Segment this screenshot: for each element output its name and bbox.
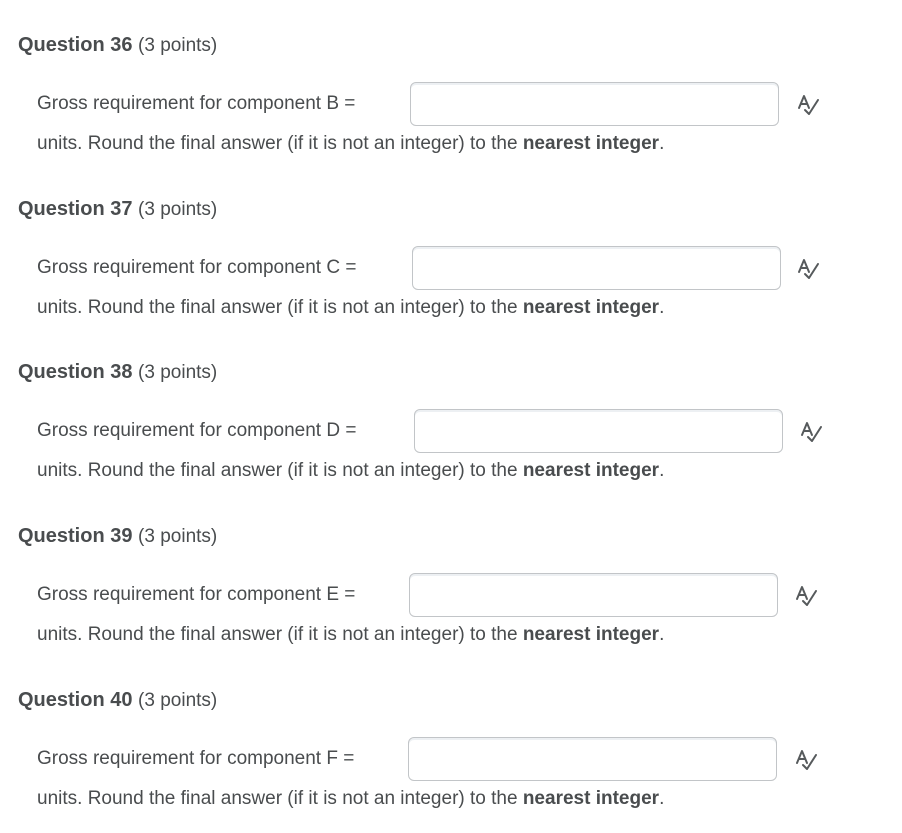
instruction-emphasis: nearest integer xyxy=(522,624,660,645)
question-instruction: units. Round the final answer (if it is … xyxy=(37,130,664,158)
question-36: Question 36 (3 points) Gross requirement… xyxy=(0,14,902,178)
spell-check-icon[interactable] xyxy=(794,585,818,607)
instruction-emphasis: nearest integer xyxy=(522,133,660,154)
answer-input-component-b[interactable] xyxy=(410,82,779,126)
question-instruction: units. Round the final answer (if it is … xyxy=(37,457,664,485)
instruction-emphasis: nearest integer xyxy=(522,788,660,809)
instruction-text: units. Round the final answer (if it is … xyxy=(37,133,518,154)
question-37: Question 37 (3 points) Gross requirement… xyxy=(0,178,902,342)
question-prompt: Gross requirement for component C = xyxy=(37,257,357,278)
instruction-text: units. Round the final answer (if it is … xyxy=(37,788,518,809)
question-heading: Question 37 (3 points) xyxy=(18,195,217,224)
instruction-emphasis: nearest integer xyxy=(522,297,660,318)
question-points: (3 points) xyxy=(138,362,218,383)
spell-check-icon[interactable] xyxy=(796,94,820,116)
instruction-text: units. Round the final answer (if it is … xyxy=(37,297,518,318)
instruction-emphasis: nearest integer xyxy=(522,460,660,481)
instruction-end: . xyxy=(659,460,665,481)
question-40: Question 40 (3 points) Gross requirement… xyxy=(0,669,902,833)
question-heading: Question 40 (3 points) xyxy=(18,686,217,715)
spell-check-icon[interactable] xyxy=(794,749,818,771)
question-instruction: units. Round the final answer (if it is … xyxy=(37,294,664,322)
question-title: Question 39 xyxy=(18,525,133,547)
spell-check-icon[interactable] xyxy=(796,258,820,280)
instruction-end: . xyxy=(659,788,665,809)
answer-input-component-f[interactable] xyxy=(408,737,777,781)
question-heading: Question 38 (3 points) xyxy=(18,358,217,387)
instruction-end: . xyxy=(659,297,665,318)
question-prompt: Gross requirement for component B = xyxy=(37,93,356,114)
question-prompt: Gross requirement for component F = xyxy=(37,748,355,769)
question-38: Question 38 (3 points) Gross requirement… xyxy=(0,341,902,505)
question-heading: Question 36 (3 points) xyxy=(18,31,217,60)
question-prompt: Gross requirement for component D = xyxy=(37,420,357,441)
question-prompt: Gross requirement for component E = xyxy=(37,584,356,605)
instruction-end: . xyxy=(659,624,665,645)
answer-input-component-e[interactable] xyxy=(409,573,778,617)
question-39: Question 39 (3 points) Gross requirement… xyxy=(0,505,902,669)
answer-input-component-c[interactable] xyxy=(412,246,781,290)
question-title: Question 38 xyxy=(18,361,133,383)
question-title: Question 36 xyxy=(18,34,133,56)
question-points: (3 points) xyxy=(138,526,218,547)
instruction-end: . xyxy=(659,133,665,154)
instruction-text: units. Round the final answer (if it is … xyxy=(37,460,518,481)
question-heading: Question 39 (3 points) xyxy=(18,522,217,551)
question-title: Question 37 xyxy=(18,198,133,220)
question-points: (3 points) xyxy=(138,199,218,220)
question-instruction: units. Round the final answer (if it is … xyxy=(37,621,664,649)
spell-check-icon[interactable] xyxy=(799,421,823,443)
instruction-text: units. Round the final answer (if it is … xyxy=(37,624,518,645)
question-points: (3 points) xyxy=(138,35,218,56)
question-points: (3 points) xyxy=(138,690,218,711)
answer-input-component-d[interactable] xyxy=(414,409,783,453)
question-title: Question 40 xyxy=(18,689,133,711)
